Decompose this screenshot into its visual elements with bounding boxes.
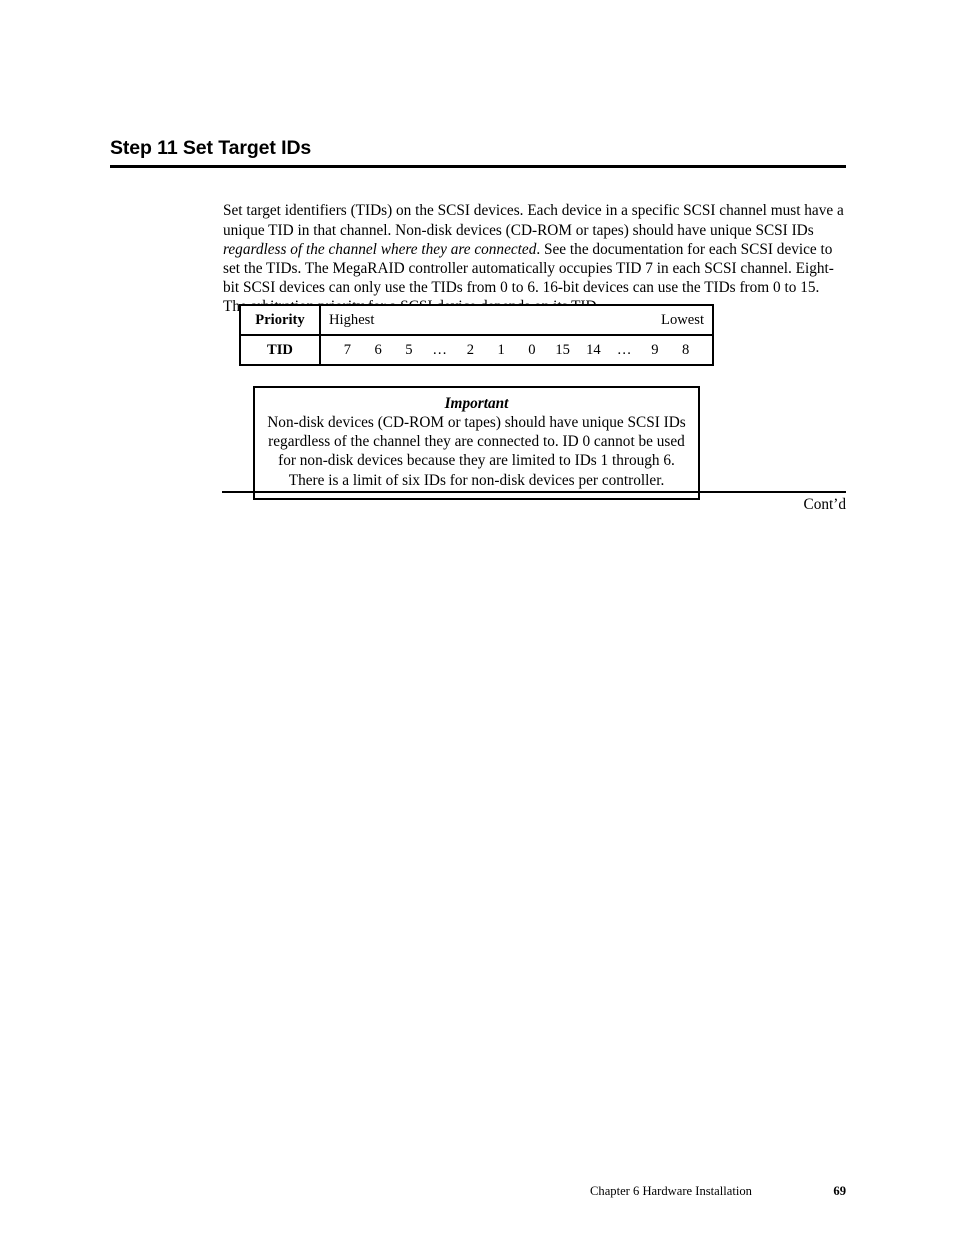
tid-value: 1 [497, 341, 505, 358]
footer-chapter-label: Chapter 6 Hardware Installation [590, 1184, 752, 1198]
footer-page-number: 69 [833, 1184, 846, 1198]
important-note-line: for non-disk devices because they are li… [278, 452, 675, 470]
priority-extremes-cell: Highest Lowest [320, 305, 713, 336]
table-row-priority: Priority Highest Lowest [240, 305, 713, 336]
important-note-line: There is a limit of six IDs for non-disk… [288, 471, 665, 489]
tid-value: 0 [528, 341, 536, 358]
tid-value: 6 [374, 341, 382, 358]
tid-value: 7 [343, 341, 352, 358]
continuation-label: Cont’d [803, 496, 847, 513]
priority-lowest-label: Lowest [661, 311, 704, 328]
tid-value: … [432, 341, 447, 358]
tid-value: 14 [586, 341, 601, 358]
tid-value: 2 [466, 341, 475, 358]
tid-values-cell: 7 6 5 … 2 1 0 15 14 … 9 8 [320, 335, 713, 365]
priority-tid-table: Priority Highest Lowest TID 7 6 5 … 2 1 … [239, 304, 714, 366]
important-note-line: regardless of the channel they are conne… [268, 433, 685, 451]
tid-value: 9 [651, 341, 659, 358]
continuation-divider [222, 491, 846, 493]
tid-value: … [616, 341, 632, 358]
important-note-box: Important Non-disk devices (CD-ROM or ta… [253, 386, 700, 500]
paragraph-text-part-1: Set target identifiers (TIDs) on the SCS… [223, 202, 844, 239]
document-page: Step 11 Set Target IDs Set target identi… [0, 0, 954, 1235]
priority-highest-label: Highest [329, 311, 375, 328]
page-title: Step 11 Set Target IDs [110, 137, 312, 159]
tid-value: 5 [405, 341, 413, 358]
tid-value: 8 [681, 341, 690, 358]
page-footer: Chapter 6 Hardware Installation 69 [590, 1184, 846, 1199]
page-heading: Step 11 Set Target IDs [110, 137, 846, 169]
paragraph-emphasis: regardless of the channel where they are… [223, 240, 537, 258]
important-note-title: Important [444, 395, 509, 412]
heading-divider [110, 165, 846, 169]
priority-extremes: Highest Lowest [329, 312, 704, 329]
body-paragraph: Set target identifiers (TIDs) on the SCS… [223, 201, 845, 316]
table-row-tid: TID 7 6 5 … 2 1 0 15 14 … 9 8 [240, 335, 713, 365]
tid-value: 15 [555, 341, 570, 358]
row-label-tid: TID [240, 335, 321, 365]
row-label-priority: Priority [240, 305, 321, 336]
tid-value-list: 7 6 5 … 2 1 0 15 14 … 9 8 [329, 342, 704, 359]
important-note-line: Non-disk devices (CD-ROM or tapes) shoul… [267, 414, 686, 431]
